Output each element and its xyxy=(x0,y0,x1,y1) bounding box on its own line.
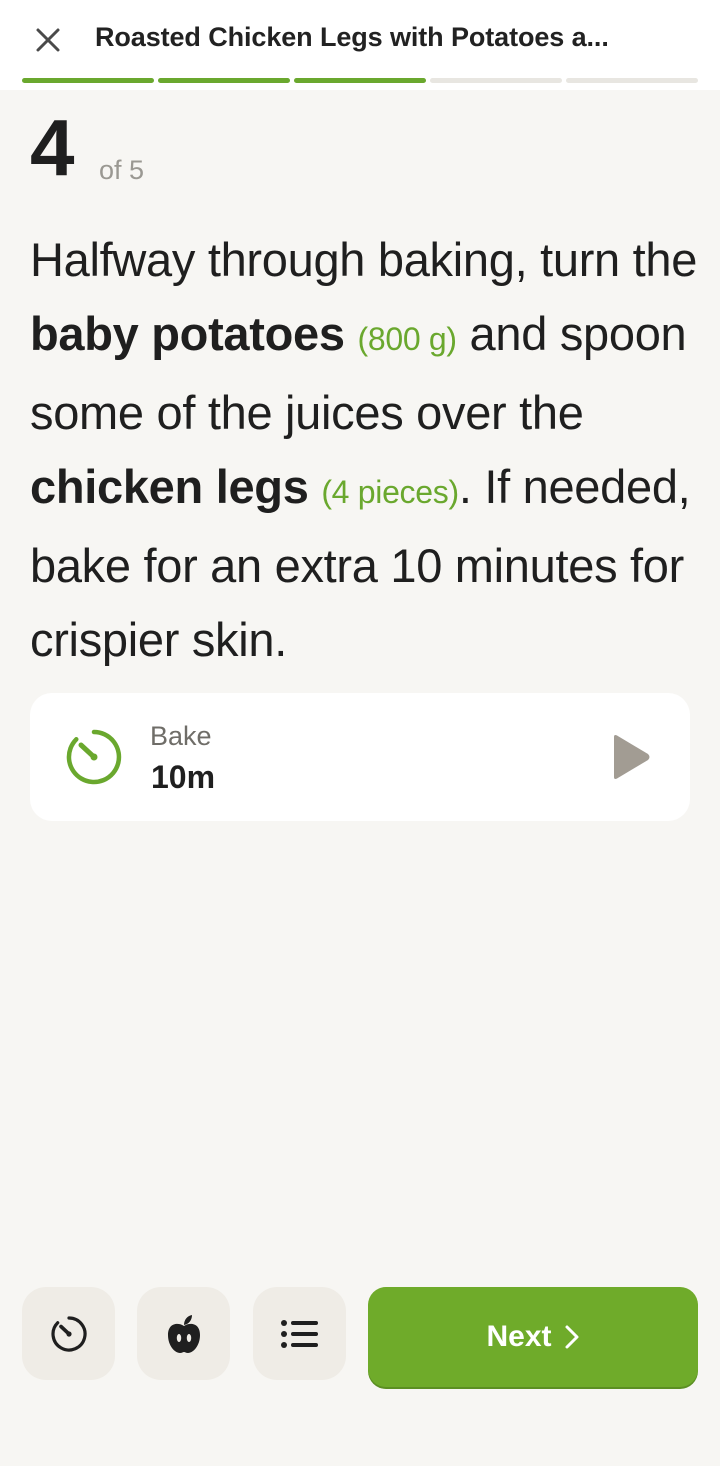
chevron-right-icon xyxy=(565,1325,579,1349)
close-icon xyxy=(36,28,60,52)
apple-icon xyxy=(167,1314,200,1353)
ingredient-quantity: (4 pieces) xyxy=(321,473,459,510)
next-step-button[interactable]: Next xyxy=(368,1287,698,1387)
instruction-text: Halfway through baking, turn the xyxy=(30,233,698,286)
header-bar: Roasted Chicken Legs with Potatoes a... xyxy=(0,0,720,76)
step-of-label: of 5 xyxy=(99,155,145,185)
list-icon xyxy=(280,1319,318,1348)
close-button[interactable] xyxy=(24,16,72,64)
step-number: 4 xyxy=(30,103,75,192)
timer-label: Bake xyxy=(150,721,212,751)
ingredient-chicken-legs: chicken legs xyxy=(30,459,309,513)
timer-icon xyxy=(50,1315,87,1352)
progress-segment xyxy=(566,78,698,83)
progress-segment xyxy=(22,78,154,83)
ingredient-quantity: (800 g) xyxy=(357,320,457,357)
step-progress-bar xyxy=(22,78,698,83)
steps-list-button[interactable] xyxy=(253,1287,346,1380)
progress-segment xyxy=(430,78,562,83)
timer-duration: 10m xyxy=(151,759,216,795)
progress-segment xyxy=(294,78,426,83)
play-icon xyxy=(614,735,650,779)
timers-button[interactable] xyxy=(22,1287,115,1380)
recipe-title: Roasted Chicken Legs with Potatoes a... xyxy=(95,22,609,52)
step-instruction: Halfway through baking, turn the baby po… xyxy=(30,223,705,676)
ingredients-button[interactable] xyxy=(137,1287,230,1380)
next-label: Next xyxy=(486,1320,552,1353)
timer-card[interactable]: Bake 10m xyxy=(30,693,690,821)
timer-icon xyxy=(66,729,122,785)
progress-segment xyxy=(158,78,290,83)
start-timer-button[interactable] xyxy=(600,727,660,787)
ingredient-baby-potatoes: baby potatoes xyxy=(30,306,345,360)
